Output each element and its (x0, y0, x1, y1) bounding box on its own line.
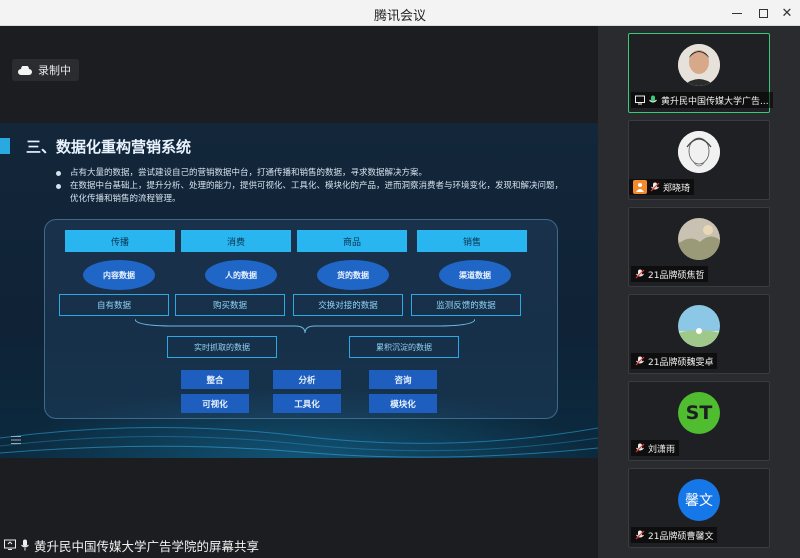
recording-badge[interactable]: 录制中 (12, 59, 79, 81)
capability-box: 分析 (273, 370, 341, 389)
screen-share-icon (635, 95, 645, 105)
screen-share-area: 录制中 三、数据化重构营销系统 占有大量的数据，尝试建设自己的营销数据中台，打通… (0, 26, 598, 558)
slide-heading: 三、数据化重构营销系统 (26, 138, 192, 156)
avatar: ST (678, 392, 720, 434)
screen-share-icon (4, 539, 16, 550)
avatar-initials: ST (685, 402, 713, 424)
avatar (678, 218, 720, 260)
source-box: 交换对接的数据 (293, 294, 403, 316)
avatar-initials: 馨文 (685, 493, 713, 509)
microphone-muted-icon (635, 269, 645, 279)
avatar (678, 131, 720, 173)
sky-photo-icon (678, 305, 720, 347)
participant-nameplate: 21品牌硕曹馨文 (631, 527, 718, 543)
share-source-text: 黄升民中国传媒大学广告学院的屏幕共享 (34, 538, 260, 554)
diagram-header: 销售 (417, 230, 527, 252)
maximize-button[interactable] (752, 3, 774, 23)
participant-name: 郑晓琦 (663, 183, 691, 194)
bullet-item: 占有大量的数据，尝试建设自己的营销数据中台，打通传播和销售的数据，寻求数据解决方… (56, 167, 566, 180)
capability-box: 工具化 (273, 394, 341, 413)
title-bar: 腾讯会议 ✕ (0, 0, 800, 26)
close-icon: ✕ (781, 5, 793, 21)
participant-nameplate: 21品牌硕魏雯卓 (631, 353, 718, 369)
close-button[interactable]: ✕ (776, 3, 798, 23)
sketch-portrait-icon (678, 131, 720, 173)
landscape-photo-icon (678, 218, 720, 260)
data-oval: 人的数据 (205, 260, 277, 290)
data-oval: 渠道数据 (439, 260, 511, 290)
participant-tile[interactable]: 黄升民中国传媒大学广告... (628, 33, 773, 113)
brace-decoration (135, 318, 475, 334)
person-photo-icon (678, 44, 720, 86)
participant-name: 21品牌硕曹馨文 (648, 531, 714, 542)
capability-box: 咨询 (369, 370, 437, 389)
diagram-header: 传播 (65, 230, 175, 252)
diagram-panel: 传播 消费 商品 销售 内容数据 人的数据 货的数据 渠道数据 自有数据 购买数… (44, 219, 558, 419)
panel-divider[interactable] (598, 26, 628, 558)
heading-marker (0, 138, 10, 154)
tencent-meeting-window: 腾讯会议 ✕ 录制中 三、数据化重构营销系统 占有大量的数据，尝试建设自己的营销… (0, 0, 800, 558)
avatar (678, 305, 720, 347)
participant-tile[interactable]: 郑晓琦 (628, 120, 770, 200)
participant-name: 21品牌硕焦哲 (648, 270, 705, 281)
recording-label: 录制中 (38, 64, 71, 77)
bullet-item: 在数据中台基础上，提升分析、处理的能力，提供可视化、工具化、模块化的产品，进而洞… (56, 180, 566, 206)
participant-nameplate: 郑晓琦 (629, 179, 695, 195)
participant-tile[interactable]: 21品牌硕焦哲 (628, 207, 770, 287)
data-oval: 内容数据 (83, 260, 155, 290)
participant-list: 黄升民中国传媒大学广告... 郑晓琦 21品牌硕焦哲 21品牌硕魏雯卓 ST 刘… (628, 26, 800, 558)
collection-box: 实时抓取的数据 (167, 336, 277, 358)
avatar (678, 44, 720, 86)
participant-nameplate: 刘潇雨 (631, 440, 680, 456)
participant-nameplate: 黄升民中国传媒大学广告... (631, 92, 773, 108)
participant-tile[interactable]: 馨文 21品牌硕曹馨文 (628, 468, 770, 548)
microphone-muted-icon (635, 443, 645, 453)
microphone-active-icon (649, 95, 657, 103)
data-oval: 货的数据 (317, 260, 389, 290)
shared-slide: 三、数据化重构营销系统 占有大量的数据，尝试建设自己的营销数据中台，打通传播和销… (0, 123, 598, 458)
share-source-label: 黄升民中国传媒大学广告学院的屏幕共享 (0, 535, 264, 555)
diagram-header: 消费 (181, 230, 291, 252)
person-icon (633, 180, 647, 194)
participant-name: 黄升民中国传媒大学广告... (661, 96, 769, 107)
microphone-muted-icon (650, 182, 660, 192)
list-lines-icon (11, 436, 21, 444)
avatar: 馨文 (678, 479, 720, 521)
participant-nameplate: 21品牌硕焦哲 (631, 266, 709, 282)
participant-tile[interactable]: ST 刘潇雨 (628, 381, 770, 461)
microphone-muted-icon (635, 530, 645, 540)
capability-box: 可视化 (181, 394, 249, 413)
participant-name: 21品牌硕魏雯卓 (648, 357, 714, 368)
capability-box: 模块化 (369, 394, 437, 413)
participant-tile[interactable]: 21品牌硕魏雯卓 (628, 294, 770, 374)
capability-box: 整合 (181, 370, 249, 389)
cloud-icon (18, 65, 32, 75)
source-box: 购买数据 (175, 294, 285, 316)
window-title: 腾讯会议 (373, 9, 426, 24)
maximize-icon (758, 8, 768, 18)
minimize-icon (732, 12, 742, 14)
participant-name: 刘潇雨 (648, 444, 676, 455)
minimize-button[interactable] (726, 3, 748, 23)
slide-bullets: 占有大量的数据，尝试建设自己的营销数据中台，打通传播和销售的数据，寻求数据解决方… (56, 167, 566, 206)
source-box: 监测反馈的数据 (411, 294, 521, 316)
microphone-icon (21, 539, 29, 551)
source-box: 自有数据 (59, 294, 169, 316)
microphone-muted-icon (635, 356, 645, 366)
diagram-header: 商品 (297, 230, 407, 252)
collection-box: 累积沉淀的数据 (349, 336, 459, 358)
